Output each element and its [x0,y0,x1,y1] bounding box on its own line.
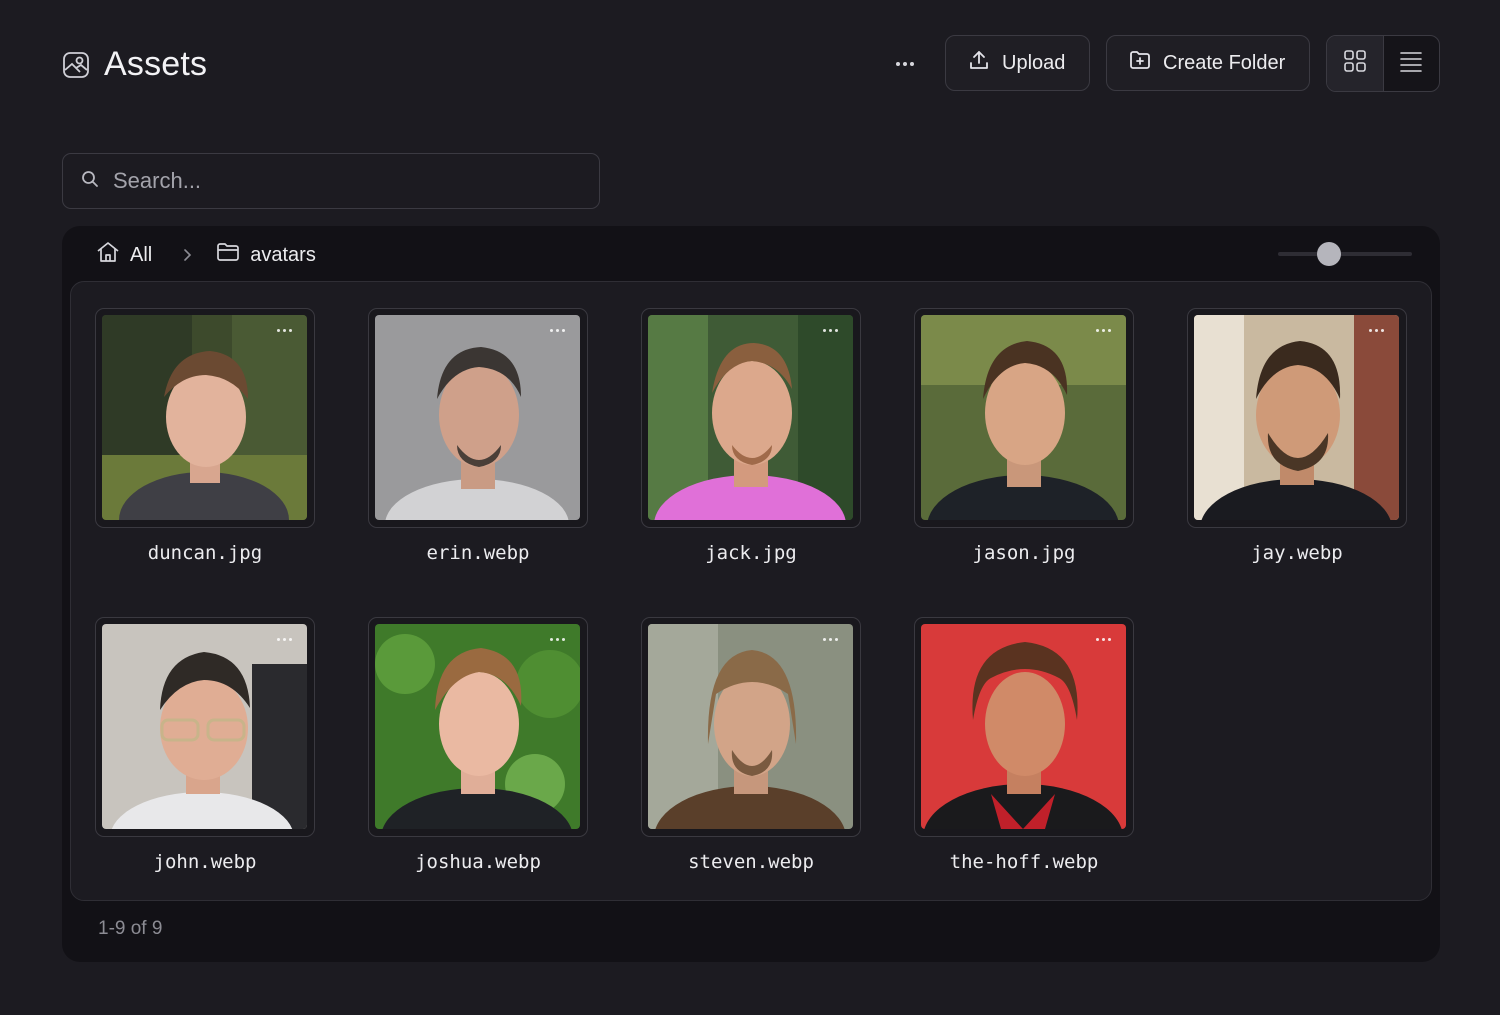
breadcrumb: All avatars [96,240,316,270]
asset-grid: duncan.jpg erin.webp jack.jpg jason.jpg … [70,281,1432,901]
more-dot-icon [910,62,914,66]
asset-card[interactable]: jason.jpg [914,308,1134,564]
avatar-photo [375,315,580,520]
avatar-photo [102,624,307,829]
more-dot-icon [896,62,900,66]
asset-thumbnail [368,308,588,528]
card-more-icon[interactable] [1369,329,1384,332]
asset-card[interactable]: jay.webp [1187,308,1407,564]
search-icon [81,170,99,193]
search-box [62,153,600,209]
grid-icon [1343,49,1367,78]
more-options-button[interactable] [888,49,922,79]
asset-card[interactable]: duncan.jpg [95,308,315,564]
asset-card[interactable]: joshua.webp [368,617,588,873]
create-folder-label: Create Folder [1163,51,1286,74]
upload-button[interactable]: Upload [945,35,1090,91]
asset-card[interactable]: john.webp [95,617,315,873]
search-input[interactable] [113,168,563,194]
page-header: Assets Upload Create Folder [62,35,1440,93]
asset-thumbnail [641,617,861,837]
asset-card[interactable]: jack.jpg [641,308,861,564]
list-view-button[interactable] [1384,36,1440,91]
asset-thumbnail [95,308,315,528]
avatar-photo [921,624,1126,829]
card-more-icon[interactable] [277,329,292,332]
avatar-photo [102,315,307,520]
image-gallery-icon [62,51,90,79]
card-more-icon[interactable] [823,638,838,641]
asset-thumbnail [914,308,1134,528]
breadcrumb-current[interactable]: avatars [216,242,316,268]
asset-filename: steven.webp [688,851,814,873]
asset-filename: duncan.jpg [147,542,263,564]
asset-filename: jack.jpg [705,542,797,564]
title-group: Assets [62,45,207,84]
assets-panel: All avatars duncan.jpg erin.webp jack.jp… [62,226,1440,962]
slider-track [1278,252,1412,256]
grid-view-button[interactable] [1327,36,1384,91]
asset-filename: john.webp [153,851,257,873]
list-icon [1399,50,1423,77]
asset-thumbnail [1187,308,1407,528]
breadcrumb-root-label: All [130,243,153,266]
breadcrumb-root[interactable]: All [96,241,152,269]
create-folder-button[interactable]: Create Folder [1106,35,1310,91]
thumbnail-size-slider[interactable] [1278,242,1412,266]
asset-filename: erin.webp [426,542,530,564]
asset-filename: jay.webp [1251,542,1343,564]
asset-filename: jason.jpg [972,542,1076,564]
avatar-photo [648,624,853,829]
avatar-photo [921,315,1126,520]
asset-thumbnail [641,308,861,528]
avatar-photo [1194,315,1399,520]
card-more-icon[interactable] [1096,329,1111,332]
chevron-right-icon [182,248,192,262]
folder-icon [216,242,240,268]
folder-plus-icon [1129,49,1151,77]
card-more-icon[interactable] [823,329,838,332]
view-mode-toggle [1326,35,1440,92]
asset-thumbnail [368,617,588,837]
card-more-icon[interactable] [1096,638,1111,641]
asset-card[interactable]: the-hoff.webp [914,617,1134,873]
avatar-photo [375,624,580,829]
card-more-icon[interactable] [277,638,292,641]
home-icon [96,241,120,269]
asset-filename: joshua.webp [415,851,541,873]
pagination-status: 1-9 of 9 [98,918,163,939]
card-more-icon[interactable] [550,638,565,641]
more-dot-icon [903,62,907,66]
asset-thumbnail [914,617,1134,837]
card-more-icon[interactable] [550,329,565,332]
asset-card[interactable]: steven.webp [641,617,861,873]
asset-filename: the-hoff.webp [949,851,1099,873]
asset-card[interactable]: erin.webp [368,308,588,564]
asset-thumbnail [95,617,315,837]
page-title: Assets [104,45,208,83]
upload-label: Upload [1002,51,1066,74]
breadcrumb-current-label: avatars [250,243,316,266]
avatar-photo [648,315,853,520]
slider-thumb[interactable] [1316,242,1341,266]
upload-icon [968,49,990,77]
